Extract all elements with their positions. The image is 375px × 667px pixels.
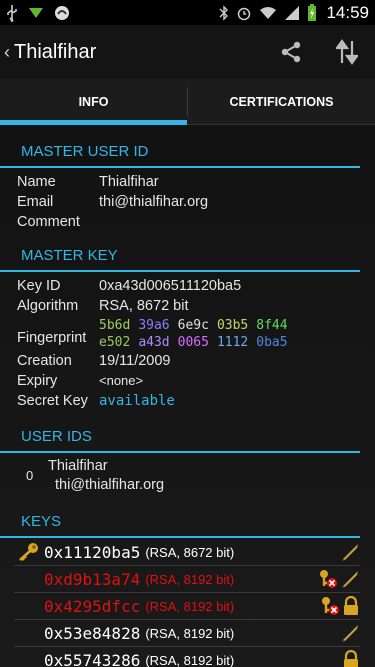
section-header-master-user-id: MASTER USER ID [0, 143, 360, 168]
page-title[interactable]: Thialfihar [14, 41, 96, 64]
tab-bar: INFO CERTIFICATIONS [0, 79, 375, 125]
tab-info[interactable]: INFO [0, 79, 187, 125]
encrypt-lock-icon [344, 596, 358, 615]
key-row[interactable]: 0x11120ba5 (RSA, 8672 bit) [14, 539, 360, 566]
key-capability-icons [342, 650, 360, 667]
fingerprint-block: 0065 [177, 335, 209, 350]
key-row[interactable]: 0x53e84828 (RSA, 8192 bit) [14, 620, 360, 647]
key-algo: (RSA, 8192 bit) [145, 652, 235, 667]
key-capability-icons [340, 542, 360, 562]
section-header-user-ids: USER IDS [0, 428, 360, 453]
key-row[interactable]: 0x4295dfcc (RSA, 8192 bit) [14, 593, 360, 620]
key-id: 0x53e84828 [44, 623, 141, 643]
fingerprint-block: 39a6 [138, 318, 170, 333]
download-arrow-icon [29, 7, 43, 18]
email-label: Email [17, 194, 54, 210]
key-id-row: Key ID 0xa43d006511120ba5 [17, 278, 241, 294]
comment-row: Comment [17, 214, 99, 230]
expiry-value: <none> [99, 373, 144, 388]
name-label: Name [17, 174, 56, 190]
key-id: 0x55743286 [44, 650, 141, 667]
email-value: thi@thialfihar.org [99, 194, 209, 210]
fingerprint-block: 0ba5 [256, 335, 288, 350]
fingerprint-block: e502 [99, 335, 131, 350]
user-id-rank: 0 [26, 468, 34, 483]
section-header-keys: KEYS [0, 513, 360, 538]
name-row: Name Thialfihar [17, 174, 159, 190]
tab-certifications[interactable]: CERTIFICATIONS [188, 79, 375, 124]
fingerprint-block: 6e9c [177, 318, 209, 333]
circle-app-icon [55, 5, 69, 20]
key-capability-icons [320, 596, 360, 616]
comment-label: Comment [17, 214, 80, 230]
secret-key-row: Secret Key available [17, 393, 175, 409]
sign-pen-icon [342, 544, 358, 561]
key-id-value: 0xa43d006511120ba5 [99, 278, 242, 294]
user-id-email: thi@thialfihar.org [55, 477, 165, 493]
key-capability-icons [340, 623, 360, 643]
secret-key-value: available [99, 393, 175, 409]
alarm-icon [238, 7, 251, 20]
bluetooth-icon [219, 4, 229, 21]
algorithm-label: Algorithm [17, 298, 79, 314]
expiry-label: Expiry [17, 373, 58, 389]
key-row[interactable]: 0xd9b13a74 (RSA, 8192 bit) [14, 566, 360, 593]
status-bar: 14:59 [0, 0, 375, 25]
fingerprint-block: 5b6d [99, 318, 131, 333]
share-button[interactable] [263, 25, 319, 79]
algorithm-value: RSA, 8672 bit [99, 298, 189, 314]
revoked-key-icon [320, 570, 337, 588]
revoked-key-icon [322, 597, 339, 615]
secret-key-label: Secret Key [17, 393, 88, 409]
fingerprint-row: Fingerprint 5b6d 39a6 6e9c 03b5 8f44 e50… [17, 318, 288, 350]
creation-label: Creation [17, 353, 72, 369]
battery-icon [308, 3, 317, 21]
key-id: 0x11120ba5 [44, 542, 141, 562]
sign-pen-icon [342, 625, 358, 642]
fingerprint-value: 5b6d 39a6 6e9c 03b5 8f44 e502 a43d 0065 … [99, 318, 288, 350]
key-algo: (RSA, 8192 bit) [145, 598, 235, 614]
name-value: Thialfihar [99, 174, 159, 190]
back-button[interactable]: ‹ [4, 42, 10, 63]
action-bar: ‹ Thialfihar [0, 25, 375, 79]
encrypt-lock-icon [344, 650, 358, 667]
signal-icon [285, 5, 300, 20]
usb-icon [7, 4, 17, 22]
info-content[interactable]: MASTER USER ID Name Thialfihar Email thi… [0, 125, 375, 667]
key-row[interactable]: 0x55743286 (RSA, 8192 bit) [14, 647, 360, 667]
key-algo: (RSA, 8192 bit) [145, 571, 235, 587]
status-time: 14:59 [326, 2, 369, 22]
user-id-entry[interactable]: Thialfihar thi@thialfihar.org [48, 458, 164, 493]
fingerprint-block: 8f44 [256, 318, 288, 333]
email-row: Email thi@thialfihar.org [17, 194, 208, 210]
up-down-arrows-icon [336, 39, 358, 65]
expiry-row: Expiry <none> [17, 373, 143, 389]
sign-pen-icon [342, 571, 358, 588]
key-capability-icons [318, 569, 360, 589]
key-id: 0xd9b13a74 [44, 569, 141, 589]
share-icon [281, 41, 301, 63]
fingerprint-label: Fingerprint [17, 330, 87, 346]
fingerprint-block: a43d [138, 335, 170, 350]
creation-row: Creation 19/11/2009 [17, 353, 171, 369]
fingerprint-line-2: e502 a43d 0065 1112 0ba5 [99, 335, 288, 350]
key-icon-slot [14, 542, 44, 562]
user-id-name: Thialfihar [48, 458, 108, 474]
algorithm-row: Algorithm RSA, 8672 bit [17, 298, 188, 314]
master-key-icon [19, 543, 38, 561]
creation-value: 19/11/2009 [99, 353, 171, 369]
key-id: 0x4295dfcc [44, 596, 141, 616]
wifi-icon [260, 6, 277, 19]
key-id-label: Key ID [17, 278, 61, 294]
sync-button[interactable] [319, 25, 375, 79]
key-algo: (RSA, 8672 bit) [145, 544, 235, 560]
key-algo: (RSA, 8192 bit) [145, 625, 235, 641]
fingerprint-line-1: 5b6d 39a6 6e9c 03b5 8f44 [99, 318, 288, 333]
section-header-master-key: MASTER KEY [0, 247, 360, 272]
fingerprint-block: 03b5 [216, 318, 249, 333]
fingerprint-block: 1112 [216, 335, 249, 350]
